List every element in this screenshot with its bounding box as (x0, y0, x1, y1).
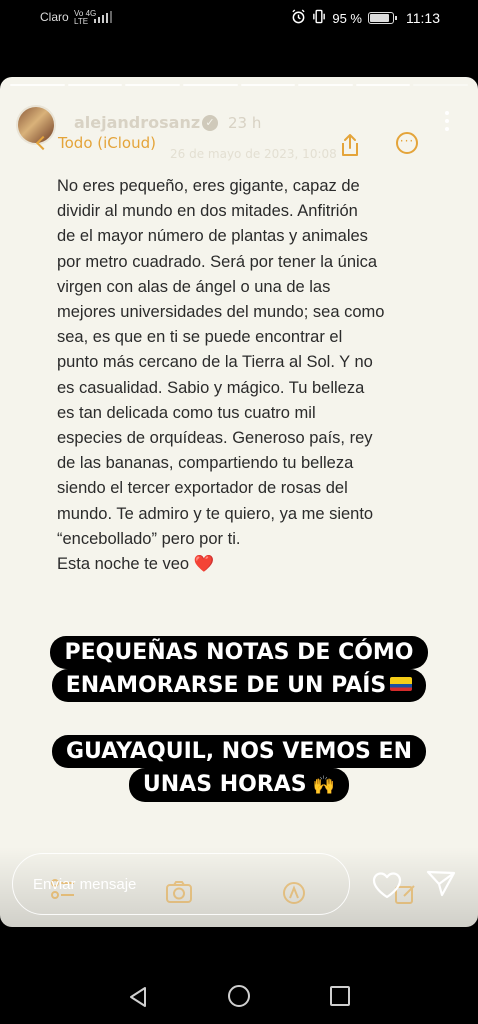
note-line: especies de orquídeas. Generoso país, re… (57, 429, 373, 448)
send-message-input[interactable]: Enviar mensaje (12, 853, 350, 915)
battery-percent: 95 % (332, 10, 362, 26)
story-time: 23 h (228, 114, 262, 132)
sticker-guayaquil-line1: GUAYAQUIL, NOS VEMOS EN (51, 735, 427, 768)
verified-badge-icon: ✓ (202, 115, 218, 131)
story-more-options-icon[interactable] (444, 111, 450, 133)
note-line: dividir al mundo en dos mitades. Anfitri… (57, 202, 358, 221)
sticker-guayaquil-line2: UNAS HORAS 🙌 (128, 768, 350, 802)
note-line: punto más cercano de la Tierra al Sol. Y… (57, 353, 373, 372)
chevron-left-icon (35, 135, 51, 151)
story-username[interactable]: alejandrosanz (74, 113, 200, 132)
note-date: 26 de mayo de 2023, 10:08 (170, 147, 337, 161)
share-icon (342, 134, 358, 156)
send-message-placeholder: Enviar mensaje (33, 876, 137, 893)
sticker-title-line1: PEQUEÑAS NOTAS DE CÓMO (50, 636, 428, 669)
clock: 11:13 (406, 10, 440, 26)
story-progress-segment (125, 84, 180, 86)
story-progress (10, 84, 468, 86)
nav-recents-icon[interactable] (330, 986, 350, 1006)
note-line: de el mayor número de plantas y animales (57, 227, 368, 246)
note-line: es tan delicada como tus cuatro mil (57, 403, 316, 422)
story-progress-segment (10, 84, 65, 86)
network-bottom: LTE (74, 17, 89, 26)
note-line: mejores universidades del mundo; sea com… (57, 303, 385, 322)
alarm-icon (291, 9, 306, 27)
note-line: Esta noche te veo ❤️ (57, 555, 215, 574)
story-progress-segment (240, 84, 296, 86)
story-progress-segment (182, 84, 238, 86)
note-line: mundo. Te admiro y te quiero, ya me sien… (57, 504, 374, 523)
sticker-guayaquil: GUAYAQUIL, NOS VEMOS EN UNAS HORAS 🙌 (0, 735, 478, 802)
ecuador-flag-icon (390, 677, 413, 691)
heart-icon[interactable] (371, 870, 403, 900)
story-progress-segment (413, 84, 468, 86)
signal-icon (94, 11, 112, 23)
network-indicator: Vo 4G LTE (74, 10, 96, 26)
battery-icon (368, 12, 397, 24)
sticker-title-line2: ENAMORARSE DE UN PAÍS (51, 669, 427, 702)
note-line: No eres pequeño, eres gigante, capaz de (57, 177, 360, 195)
note-line: virgen con alas de ángel o una de las (57, 277, 331, 296)
nav-back-icon[interactable] (127, 985, 149, 1009)
note-line: es casualidad. Sabio y mágico. Tu bellez… (57, 378, 365, 397)
note-line: de las bananas, compartiendo tu belleza (57, 454, 354, 473)
note-more-icon: ··· (396, 132, 418, 154)
notes-back-label: Todo (iCloud) (58, 134, 156, 152)
note-line: por metro cuadrado. Será por tener la ún… (57, 252, 378, 271)
story-progress-segment (67, 84, 123, 86)
nav-home-icon[interactable] (228, 985, 250, 1007)
notes-back-link: Todo (iCloud) (35, 134, 156, 152)
note-line: siendo el tercer exportador de rosas del (57, 479, 348, 498)
story-card[interactable]: alejandrosanz ✓ 23 h Todo (iCloud) 26 de… (0, 77, 478, 927)
note-body: No eres pequeño, eres gigante, capaz de d… (57, 174, 417, 577)
story-progress-segment (298, 84, 353, 86)
carrier-name: Claro (40, 10, 69, 24)
note-line: “encebollado” pero por ti. (57, 529, 241, 548)
vibrate-icon (312, 9, 326, 27)
story-progress-segment (355, 84, 411, 86)
send-icon[interactable] (425, 868, 457, 898)
sticker-title: PEQUEÑAS NOTAS DE CÓMO ENAMORARSE DE UN … (0, 636, 478, 702)
status-bar: Claro Vo 4G LTE 95 % 11:13 (0, 0, 478, 36)
note-line: sea, es que en ti se puede encontrar el (57, 328, 343, 347)
raised-hands-icon: 🙌 (312, 775, 336, 796)
